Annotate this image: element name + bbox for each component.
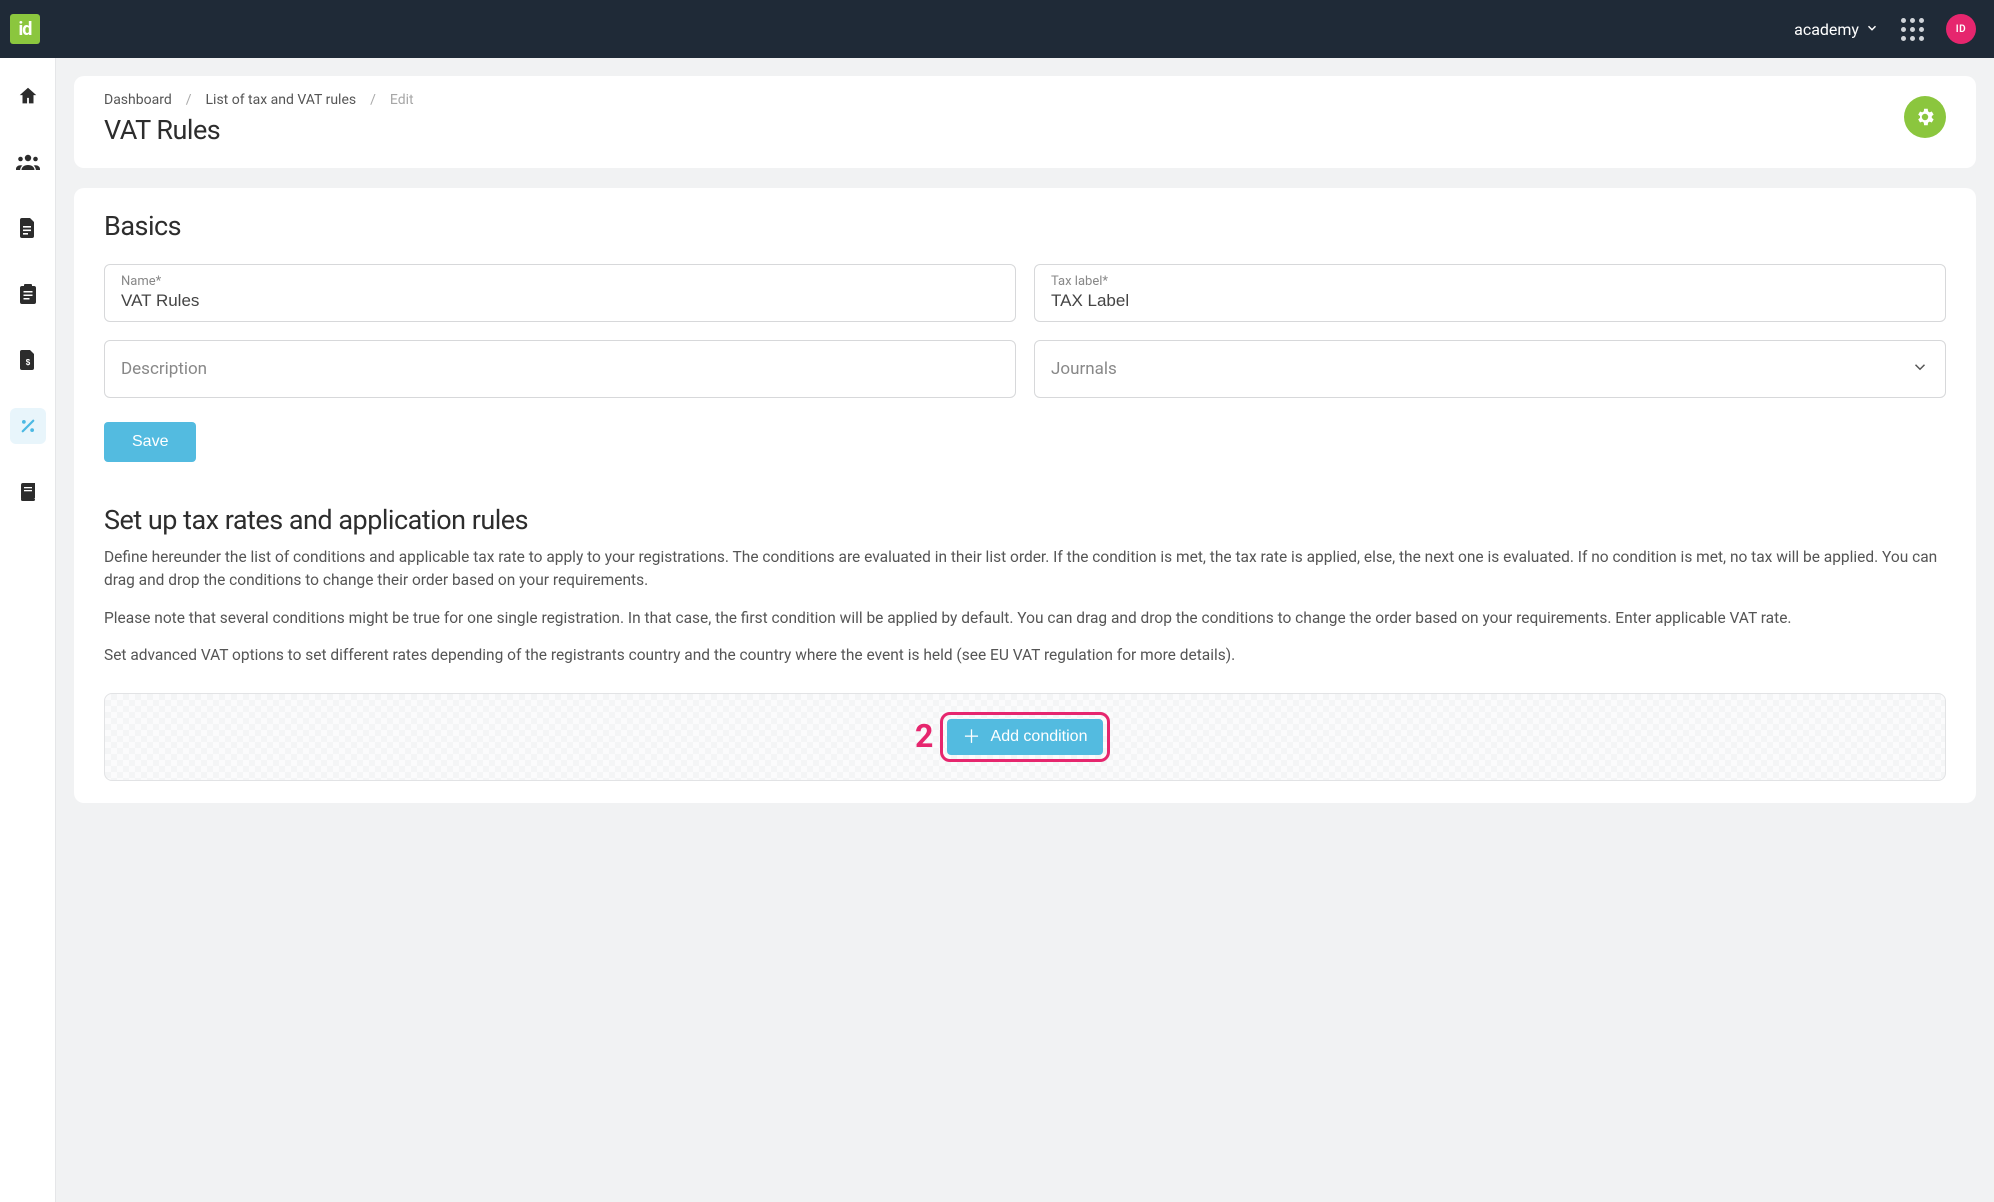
avatar[interactable]: ID <box>1946 14 1976 44</box>
book-icon <box>19 483 37 501</box>
sidebar-item-invoice[interactable]: $ <box>10 342 46 378</box>
account-label: academy <box>1794 20 1859 39</box>
breadcrumb-sep: / <box>370 92 376 108</box>
sidebar-item-document[interactable] <box>10 210 46 246</box>
breadcrumb-dashboard[interactable]: Dashboard <box>104 92 172 108</box>
sidebar: $ <box>0 58 56 1202</box>
add-condition-highlight: ＋ Add condition <box>940 712 1111 762</box>
brand-logo[interactable]: id <box>10 14 40 44</box>
name-field[interactable]: Name* <box>104 264 1016 322</box>
rules-heading: Set up tax rates and application rules <box>104 504 1946 536</box>
tax-label-label: Tax label* <box>1051 275 1929 288</box>
users-icon <box>16 153 40 171</box>
topbar-right: academy ID <box>1794 14 1976 44</box>
page-header-left: Dashboard / List of tax and VAT rules / … <box>104 92 414 146</box>
basics-card: Basics Name* Tax label* Description <box>74 188 1976 803</box>
page-title: VAT Rules <box>104 114 414 146</box>
document-icon <box>19 218 37 238</box>
rules-paragraph-1: Define hereunder the list of conditions … <box>104 546 1946 593</box>
callout-number: 2 <box>915 717 933 755</box>
description-placeholder: Description <box>121 359 999 379</box>
tax-label-field[interactable]: Tax label* <box>1034 264 1946 322</box>
conditions-drop-zone: 2 ＋ Add condition <box>104 693 1946 781</box>
main: Dashboard / List of tax and VAT rules / … <box>56 58 1994 1202</box>
home-icon <box>17 85 39 107</box>
sidebar-item-home[interactable] <box>10 78 46 114</box>
breadcrumb-edit: Edit <box>390 92 414 108</box>
chevron-down-icon <box>1911 358 1929 380</box>
add-condition-label: Add condition <box>991 728 1088 746</box>
name-input[interactable] <box>121 291 999 311</box>
sidebar-item-book[interactable] <box>10 474 46 510</box>
description-field[interactable]: Description <box>104 340 1016 398</box>
topbar: id academy ID <box>0 0 1994 58</box>
invoice-icon: $ <box>19 350 37 370</box>
page-header-card: Dashboard / List of tax and VAT rules / … <box>74 76 1976 168</box>
journals-field[interactable]: Journals <box>1034 340 1946 398</box>
rules-paragraph-3: Set advanced VAT options to set differen… <box>104 644 1946 667</box>
settings-button[interactable] <box>1904 96 1946 138</box>
basics-heading: Basics <box>104 210 1946 242</box>
svg-text:$: $ <box>25 358 30 367</box>
save-button[interactable]: Save <box>104 422 196 462</box>
percent-icon <box>19 417 37 435</box>
clipboard-icon <box>19 284 37 304</box>
basics-form: Name* Tax label* Description Journals <box>104 264 1946 398</box>
name-label: Name* <box>121 275 999 288</box>
rules-paragraph-2: Please note that several conditions migh… <box>104 607 1946 630</box>
account-switcher[interactable]: academy <box>1794 20 1879 39</box>
breadcrumb-sep: / <box>186 92 192 108</box>
chevron-down-icon <box>1865 20 1879 39</box>
plus-icon: ＋ <box>963 728 981 746</box>
add-condition-button[interactable]: ＋ Add condition <box>947 719 1104 755</box>
sidebar-item-users[interactable] <box>10 144 46 180</box>
sidebar-item-percent[interactable] <box>10 408 46 444</box>
apps-grid-icon[interactable] <box>1901 18 1924 41</box>
breadcrumb: Dashboard / List of tax and VAT rules / … <box>104 92 414 108</box>
sidebar-item-clipboard[interactable] <box>10 276 46 312</box>
shell: $ Dashboard / List of tax and VAT rules … <box>0 58 1994 1202</box>
breadcrumb-tax-rules-list[interactable]: List of tax and VAT rules <box>206 92 357 108</box>
journals-placeholder: Journals <box>1051 359 1929 379</box>
gear-icon <box>1914 106 1936 128</box>
tax-label-input[interactable] <box>1051 291 1929 311</box>
